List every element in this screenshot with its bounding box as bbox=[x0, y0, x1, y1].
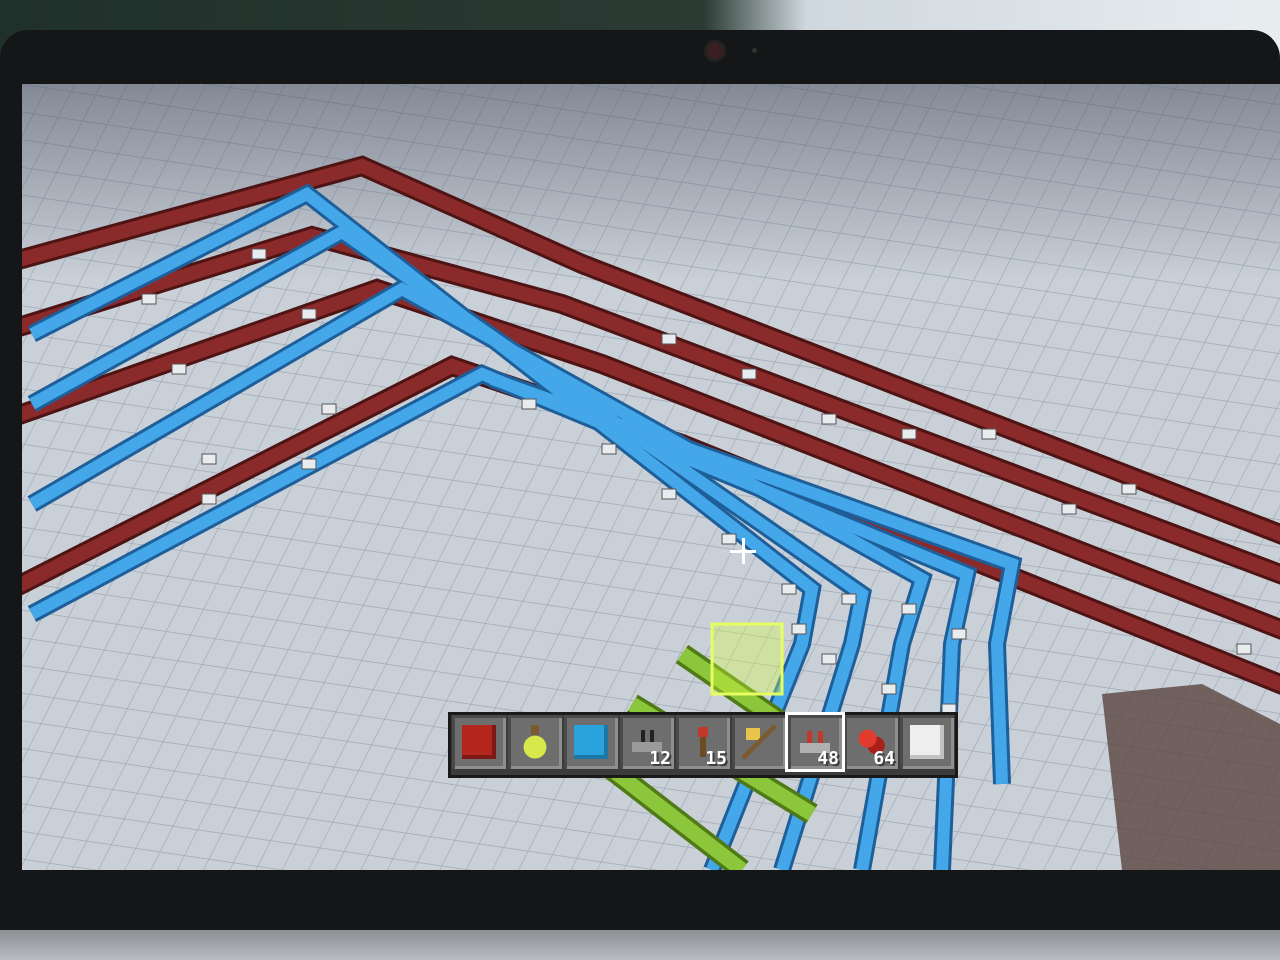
microphone-icon bbox=[752, 48, 757, 53]
hotbar-slot-5[interactable]: 15 bbox=[676, 715, 730, 769]
dark-structure bbox=[1102, 684, 1280, 870]
item-count: 48 bbox=[817, 748, 839, 769]
webcam-icon bbox=[707, 43, 723, 59]
hotbar-slot-7[interactable]: 48 bbox=[785, 712, 845, 772]
hotbar-slot-6[interactable] bbox=[732, 715, 786, 769]
hotbar-slot-9[interactable] bbox=[900, 715, 954, 769]
hotbar: 12 15 48 64 bbox=[448, 712, 958, 778]
hotbar-slot-4[interactable]: 12 bbox=[620, 715, 674, 769]
light-blue-concrete-icon bbox=[574, 725, 608, 759]
white-concrete-icon bbox=[910, 725, 944, 759]
item-count: 64 bbox=[873, 748, 895, 769]
item-count: 15 bbox=[705, 748, 727, 769]
golden-axe-icon bbox=[742, 725, 776, 759]
hotbar-slot-2[interactable] bbox=[508, 715, 562, 769]
hotbar-slot-3[interactable] bbox=[564, 715, 618, 769]
laptop-base bbox=[0, 930, 1280, 960]
block-highlight bbox=[710, 622, 784, 696]
item-count: 12 bbox=[649, 748, 671, 769]
red-concrete-icon bbox=[462, 725, 496, 759]
crosshair-icon bbox=[730, 538, 756, 564]
hotbar-slot-8[interactable]: 64 bbox=[844, 715, 898, 769]
hotbar-slot-1[interactable] bbox=[452, 715, 506, 769]
potion-bottle-icon bbox=[518, 725, 552, 759]
